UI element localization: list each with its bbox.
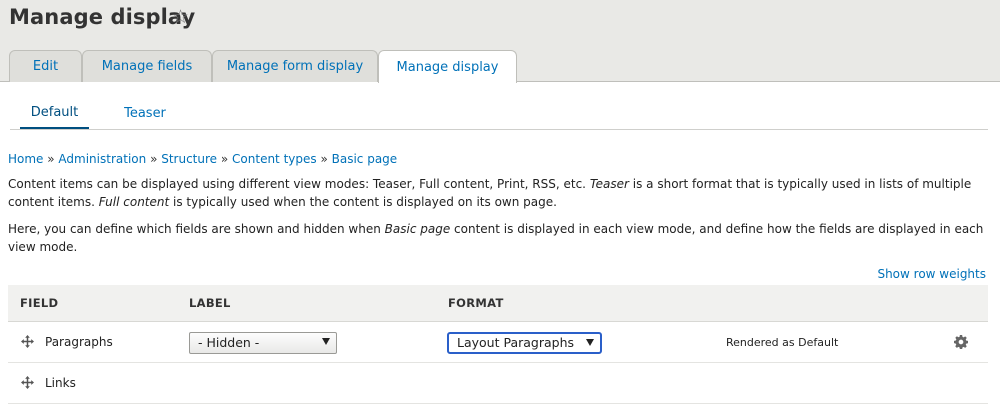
tab-label: Manage form display	[226, 59, 364, 74]
page-title: Manage display	[9, 5, 196, 29]
tab-label: Manage fields	[101, 59, 193, 74]
breadcrumb-basic-page[interactable]: Basic page	[332, 152, 398, 166]
breadcrumb-separator: »	[47, 152, 59, 166]
label-display-select[interactable]: - Hidden -	[189, 332, 337, 354]
table-header: FIELD LABEL FORMAT	[8, 285, 988, 322]
secondary-tabs: Default Teaser	[10, 98, 988, 130]
tab-manage-display[interactable]: Manage display	[378, 50, 517, 83]
description-emphasis: Basic page	[384, 222, 451, 236]
breadcrumb-administration[interactable]: Administration	[58, 152, 146, 166]
tab-edit[interactable]: Edit	[9, 50, 82, 82]
breadcrumb-content-types[interactable]: Content types	[232, 152, 317, 166]
page-header: Manage display ☆ Edit Manage fields Mana…	[0, 0, 1000, 83]
breadcrumb-separator: »	[320, 152, 332, 166]
view-modes-description: Content items can be displayed using dif…	[8, 175, 988, 211]
description-text: Content items can be displayed using dif…	[8, 177, 590, 191]
tab-label: Manage display	[396, 59, 499, 75]
subtab-label: Default	[30, 105, 79, 120]
description-text: Here, you can define which fields are sh…	[8, 222, 385, 236]
subtab-teaser[interactable]: Teaser	[110, 98, 180, 128]
description-emphasis: Teaser	[589, 177, 629, 191]
star-icon[interactable]: ☆	[172, 6, 189, 28]
chevron-down-icon	[586, 339, 594, 346]
field-name: Links	[45, 376, 76, 390]
breadcrumb-structure[interactable]: Structure	[161, 152, 217, 166]
column-header-format: FORMAT	[448, 296, 504, 310]
tab-label: Edit	[32, 59, 59, 74]
gear-icon[interactable]	[954, 335, 968, 349]
drag-handle-icon[interactable]	[21, 335, 34, 348]
chevron-down-icon	[322, 338, 330, 345]
subtab-default[interactable]: Default	[20, 98, 89, 129]
fields-description: Here, you can define which fields are sh…	[8, 220, 988, 256]
drag-handle-icon[interactable]	[21, 376, 34, 389]
column-header-label: LABEL	[189, 296, 231, 310]
tab-manage-form-display[interactable]: Manage form display	[212, 50, 378, 82]
select-value: Layout Paragraphs	[457, 335, 575, 350]
format-summary: Rendered as Default	[726, 336, 839, 349]
format-select[interactable]: Layout Paragraphs	[447, 332, 602, 354]
tab-manage-fields[interactable]: Manage fields	[82, 50, 212, 82]
field-name: Paragraphs	[45, 335, 113, 349]
select-value: - Hidden -	[198, 335, 260, 350]
breadcrumb-separator: »	[220, 152, 233, 166]
breadcrumb: Home » Administration » Structure » Cont…	[8, 152, 397, 166]
show-row-weights-link[interactable]: Show row weights	[877, 267, 986, 281]
breadcrumb-home[interactable]: Home	[8, 152, 43, 166]
subtab-label: Teaser	[124, 105, 166, 121]
table-row: Links	[8, 363, 988, 404]
description-emphasis: Full content	[98, 195, 170, 209]
table-row: Paragraphs - Hidden - Layout Paragraphs …	[8, 322, 988, 363]
column-header-field: FIELD	[20, 296, 59, 310]
description-text: is typically used when the content is di…	[169, 195, 557, 209]
breadcrumb-separator: »	[150, 152, 162, 166]
